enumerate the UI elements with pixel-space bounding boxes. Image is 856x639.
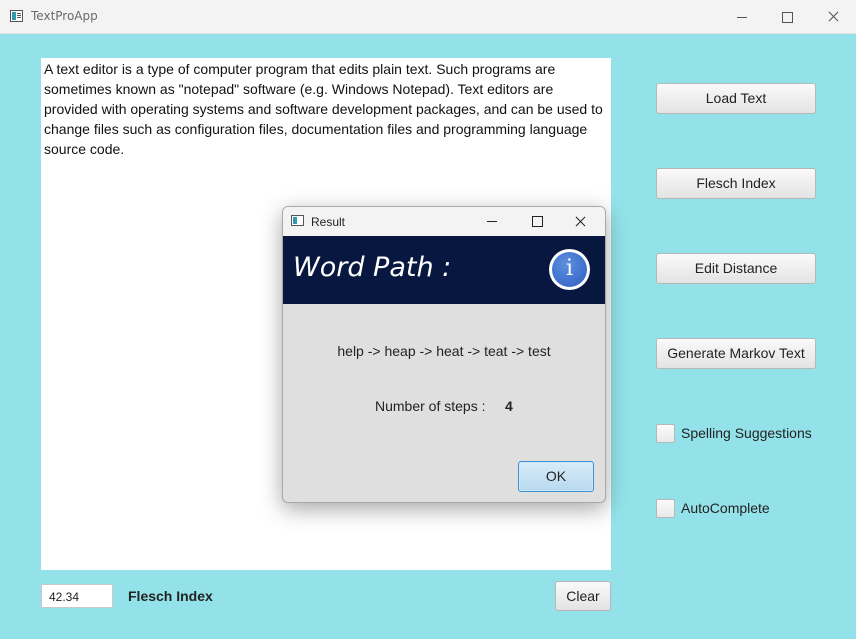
word-path-text: help -> heap -> heat -> teat -> test [337, 343, 551, 359]
dialog-title-bar: Result [283, 207, 605, 236]
spelling-suggestions-checkbox[interactable] [656, 424, 675, 443]
spelling-suggestions-label: Spelling Suggestions [681, 425, 812, 441]
info-glyph: i [565, 256, 574, 281]
info-icon: i [549, 249, 590, 290]
flesch-index-field[interactable]: 42.34 [41, 584, 113, 608]
steps-value: 4 [505, 398, 513, 414]
dialog-header: Word Path : i [283, 236, 605, 304]
maximize-icon[interactable] [764, 0, 810, 34]
ok-button[interactable]: OK [518, 461, 594, 492]
dialog-maximize-icon[interactable] [515, 207, 559, 236]
generate-markov-text-button[interactable]: Generate Markov Text [656, 338, 816, 369]
window-title: TextProApp [31, 9, 98, 23]
dialog-minimize-icon[interactable] [471, 207, 515, 236]
dialog-close-icon[interactable] [559, 207, 603, 236]
clear-button[interactable]: Clear [555, 581, 611, 611]
dialog-title: Result [311, 215, 346, 229]
flesch-index-label: Flesch Index [128, 588, 213, 604]
result-dialog: Result Word Path : i help -> heap -> hea… [282, 206, 606, 503]
app-icon [10, 10, 23, 22]
edit-distance-button[interactable]: Edit Distance [656, 253, 816, 284]
autocomplete-checkbox[interactable] [656, 499, 675, 518]
steps-label: Number of steps : [375, 398, 486, 414]
flesch-index-button[interactable]: Flesch Index [656, 168, 816, 199]
dialog-app-icon [291, 215, 304, 226]
autocomplete-label: AutoComplete [681, 500, 770, 516]
minimize-icon[interactable] [718, 0, 764, 34]
close-icon[interactable] [810, 0, 856, 34]
main-title-bar: TextProApp [0, 0, 856, 34]
load-text-button[interactable]: Load Text [656, 83, 816, 114]
dialog-heading: Word Path : [293, 252, 452, 283]
